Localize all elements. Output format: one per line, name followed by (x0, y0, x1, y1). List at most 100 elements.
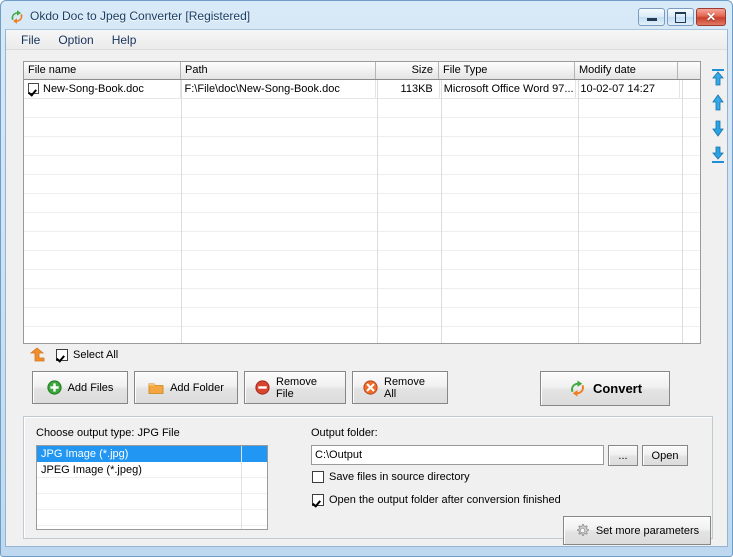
column-divider (441, 80, 442, 343)
window-controls: ✕ (638, 7, 726, 27)
move-down-icon[interactable] (709, 120, 727, 138)
folder-icon (148, 381, 164, 395)
close-button[interactable]: ✕ (696, 8, 726, 26)
action-button-row: Add Files Add Folder Remove File Remove … (32, 371, 448, 404)
choose-output-type-label: Choose output type: JPG File (36, 427, 180, 439)
output-type-option-jpg[interactable]: JPG Image (*.jpg) (37, 446, 267, 462)
column-divider (578, 80, 579, 343)
table-row-empty (24, 175, 700, 194)
column-header-size[interactable]: Size (376, 62, 439, 79)
move-to-top-icon[interactable] (709, 68, 727, 86)
row-modify-date: 10-02-07 14:27 (576, 80, 681, 98)
move-up-icon[interactable] (709, 94, 727, 112)
table-row-empty (24, 308, 700, 327)
menu-bar: File Option Help (6, 30, 727, 50)
orange-x-icon (363, 380, 378, 395)
row-file-type: Microsoft Office Word 97... (440, 80, 577, 98)
output-type-list[interactable]: JPG Image (*.jpg) JPEG Image (*.jpeg) (36, 445, 268, 530)
output-type-row-empty (37, 526, 267, 529)
menu-item-option[interactable]: Option (49, 31, 102, 49)
table-row-empty (24, 194, 700, 213)
row-file-name-cell[interactable]: New-Song-Book.doc (24, 80, 181, 98)
save-in-source-label: Save files in source directory (329, 471, 470, 483)
open-after-conversion-checkbox[interactable] (312, 494, 324, 506)
save-in-source-checkbox[interactable] (312, 471, 324, 483)
open-after-conversion-row: Open the output folder after conversion … (312, 494, 561, 506)
select-all-label: Select All (73, 349, 119, 361)
row-path: F:\File\doc\New-Song-Book.doc (181, 80, 376, 98)
menu-item-file[interactable]: File (12, 31, 49, 49)
client-area: File Option Help File name Path Size Fil… (5, 29, 728, 547)
column-divider (181, 80, 182, 343)
close-icon: ✕ (705, 10, 717, 24)
output-folder-input[interactable] (311, 445, 604, 465)
window-title: Okdo Doc to Jpeg Converter [Registered] (30, 9, 251, 23)
set-more-parameters-label: Set more parameters (595, 524, 700, 537)
table-row-empty (24, 289, 700, 308)
table-row-empty (24, 156, 700, 175)
table-row-empty (24, 232, 700, 251)
file-list[interactable]: File name Path Size File Type Modify dat… (23, 61, 701, 344)
open-folder-button[interactable]: Open (642, 445, 688, 466)
convert-button[interactable]: Convert (540, 371, 670, 406)
convert-arrows-icon (9, 9, 25, 25)
column-header-extra[interactable] (678, 62, 700, 79)
row-checkbox[interactable] (28, 83, 39, 94)
gear-icon (575, 523, 590, 538)
column-header-path[interactable]: Path (181, 62, 376, 79)
output-settings-panel: Choose output type: JPG File JPG Image (… (23, 416, 713, 545)
column-header-file-type[interactable]: File Type (439, 62, 575, 79)
remove-all-label: Remove All (384, 375, 425, 400)
list-column-divider (241, 446, 242, 529)
reorder-buttons (707, 68, 729, 164)
remove-file-label: Remove File (276, 375, 317, 400)
select-all-row: Select All (28, 347, 118, 363)
table-row-empty (24, 137, 700, 156)
move-to-bottom-icon[interactable] (709, 146, 727, 164)
file-list-body: New-Song-Book.doc F:\File\doc\New-Song-B… (24, 80, 700, 343)
column-divider (377, 80, 378, 343)
column-header-file-name[interactable]: File name (24, 62, 181, 79)
open-after-conversion-label: Open the output folder after conversion … (329, 494, 561, 506)
add-folder-label: Add Folder (170, 381, 224, 394)
row-extra (680, 80, 700, 98)
add-files-button[interactable]: Add Files (32, 371, 128, 404)
remove-all-button[interactable]: Remove All (352, 371, 448, 404)
file-list-header: File name Path Size File Type Modify dat… (24, 62, 700, 80)
table-row-empty (24, 327, 700, 343)
row-file-name: New-Song-Book.doc (43, 83, 144, 95)
window-inner: Okdo Doc to Jpeg Converter [Registered] … (5, 5, 728, 551)
green-plus-icon (46, 380, 62, 395)
column-divider (682, 80, 683, 343)
column-header-modify-date[interactable]: Modify date (575, 62, 678, 79)
minimize-icon (646, 18, 657, 21)
table-row-empty (24, 118, 700, 137)
output-type-option-jpeg[interactable]: JPEG Image (*.jpeg) (37, 462, 267, 478)
output-type-row-empty (37, 494, 267, 510)
output-folder-label: Output folder: (311, 427, 378, 439)
maximize-icon (675, 11, 686, 23)
save-in-source-row: Save files in source directory (312, 471, 470, 483)
table-row-empty (24, 251, 700, 270)
set-more-parameters-button[interactable]: Set more parameters (563, 516, 711, 545)
table-row-empty (24, 213, 700, 232)
red-minus-icon (255, 380, 270, 395)
output-type-row-empty (37, 478, 267, 494)
table-row[interactable]: New-Song-Book.doc F:\File\doc\New-Song-B… (24, 80, 700, 99)
maximize-button[interactable] (667, 8, 694, 26)
browse-folder-button[interactable]: ... (608, 445, 638, 466)
orange-up-arrow-icon (28, 347, 46, 363)
convert-arrows-icon (568, 379, 587, 398)
remove-file-button[interactable]: Remove File (244, 371, 346, 404)
minimize-button[interactable] (638, 8, 665, 26)
application-window: Okdo Doc to Jpeg Converter [Registered] … (0, 0, 733, 557)
add-folder-button[interactable]: Add Folder (134, 371, 238, 404)
select-all-checkbox[interactable] (56, 349, 68, 361)
table-row-empty (24, 99, 700, 118)
table-row-empty (24, 270, 700, 289)
title-bar[interactable]: Okdo Doc to Jpeg Converter [Registered] … (5, 5, 728, 29)
output-type-row-empty (37, 510, 267, 526)
menu-item-help[interactable]: Help (103, 31, 146, 49)
row-size: 113KB (376, 80, 440, 98)
convert-label: Convert (592, 381, 643, 396)
